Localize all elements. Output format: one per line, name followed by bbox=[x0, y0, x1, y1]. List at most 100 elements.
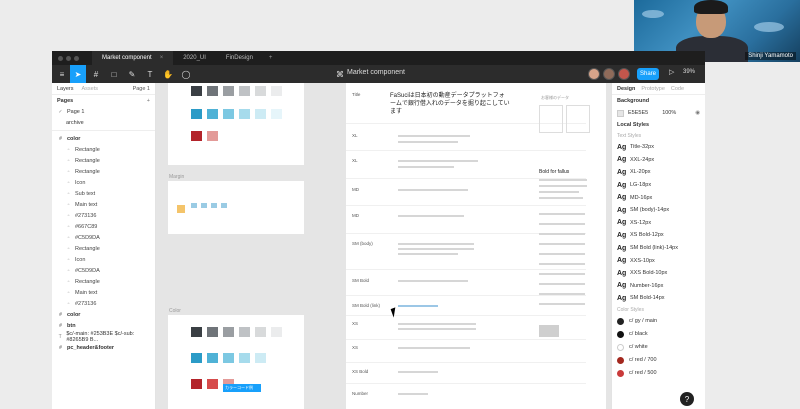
tab-market-component[interactable]: Market component × bbox=[92, 51, 174, 65]
color-swatch bbox=[223, 86, 234, 96]
text-style-label: XXS Bold-10px bbox=[630, 270, 668, 277]
color-swatch bbox=[223, 327, 234, 337]
eye-icon[interactable]: ◉ bbox=[695, 110, 700, 116]
add-page-button[interactable]: + bbox=[147, 98, 150, 104]
page-item[interactable]: ✓ Page 1 bbox=[52, 106, 155, 117]
layer-item[interactable]: ▫ Rectangle bbox=[52, 144, 155, 155]
text-style-label: MD-16px bbox=[630, 194, 653, 201]
text-style-item[interactable]: Ag MD-16px bbox=[612, 191, 705, 204]
color-swatch bbox=[255, 86, 266, 96]
layer-frame[interactable]: # color bbox=[52, 309, 155, 320]
present-icon[interactable]: ▷ bbox=[669, 68, 674, 76]
text-style-item[interactable]: Ag Title-32px bbox=[612, 141, 705, 154]
background-hex[interactable]: E5E5E5 bbox=[628, 110, 648, 116]
sample-text bbox=[539, 243, 585, 245]
tab-findesign[interactable]: FinDesign bbox=[216, 51, 263, 65]
layer-item[interactable]: ▫ Main text bbox=[52, 199, 155, 210]
image-placeholder bbox=[539, 325, 559, 337]
tab-layers[interactable]: Layers bbox=[57, 86, 74, 92]
layer-item[interactable]: ▫ Sub text bbox=[52, 188, 155, 199]
layer-frame[interactable]: # color bbox=[52, 133, 155, 144]
page-label: archive bbox=[66, 119, 84, 126]
add-tab-button[interactable]: + bbox=[263, 55, 279, 61]
color-style-item[interactable]: c/ black bbox=[612, 328, 705, 341]
menu-icon[interactable]: ≡ bbox=[54, 65, 70, 83]
close-icon[interactable]: × bbox=[160, 55, 164, 61]
sample-text bbox=[539, 293, 585, 295]
page-item[interactable]: archive bbox=[52, 117, 155, 128]
row-divider bbox=[346, 315, 586, 316]
avatar[interactable] bbox=[603, 68, 615, 80]
layer-type-icon: ▫ bbox=[67, 190, 70, 197]
window-controls[interactable] bbox=[52, 55, 92, 61]
move-tool-icon[interactable]: ➤ bbox=[70, 65, 86, 83]
text-style-item[interactable]: Ag Number-16px bbox=[612, 280, 705, 293]
color-style-item[interactable]: c/ red / 500 bbox=[612, 367, 705, 380]
text-style-item[interactable]: Ag XL-20px bbox=[612, 166, 705, 179]
layer-item[interactable]: ▫ #273136 bbox=[52, 298, 155, 309]
sample-text bbox=[398, 323, 476, 325]
comment-tool-icon[interactable]: ◯ bbox=[178, 65, 194, 83]
tab-code[interactable]: Code bbox=[671, 86, 684, 92]
tab-prototype[interactable]: Prototype bbox=[641, 86, 665, 92]
text-tool-icon[interactable]: T bbox=[142, 65, 158, 83]
page-selector[interactable]: Page 1 bbox=[133, 86, 150, 92]
layer-item[interactable]: ▫ Icon bbox=[52, 177, 155, 188]
color-swatch bbox=[271, 86, 282, 96]
layer-item[interactable]: ▫ Main text bbox=[52, 287, 155, 298]
color-style-item[interactable]: c/ gy / main bbox=[612, 315, 705, 328]
sample-text bbox=[539, 223, 585, 225]
text-style-item[interactable]: Ag XXS-10px bbox=[612, 254, 705, 267]
help-button[interactable]: ? bbox=[680, 392, 694, 406]
share-button[interactable]: Share bbox=[637, 68, 659, 80]
text-style-item[interactable]: Ag XXL-24px bbox=[612, 154, 705, 167]
color-frame[interactable] bbox=[168, 83, 304, 165]
color-frame[interactable] bbox=[168, 315, 304, 409]
pen-tool-icon[interactable]: ✎ bbox=[124, 65, 140, 83]
layer-item[interactable]: ▫ Icon bbox=[52, 254, 155, 265]
tab-design[interactable]: Design bbox=[617, 86, 635, 92]
text-style-item[interactable]: Ag SM Bold-14px bbox=[612, 292, 705, 305]
tooltip: カラーコード例 bbox=[223, 384, 261, 392]
text-style-item[interactable]: Ag XXS Bold-10px bbox=[612, 267, 705, 280]
hand-tool-icon[interactable]: ✋ bbox=[160, 65, 176, 83]
layer-item[interactable]: ▫ Rectangle bbox=[52, 276, 155, 287]
color-style-item[interactable]: c/ red / 700 bbox=[612, 354, 705, 367]
background-swatch[interactable] bbox=[617, 109, 624, 117]
frame-icon: # bbox=[59, 311, 62, 318]
color-style-item[interactable]: c/ white bbox=[612, 341, 705, 354]
zoom-level[interactable]: 39% bbox=[683, 69, 695, 75]
toolbar: ≡ ➤ # □ ✎ T ✋ ◯ ⌘ Market component Share… bbox=[52, 65, 705, 83]
layer-text[interactable]: T $c/-main: #253B3E $c/-sub: #8265B9 B... bbox=[52, 331, 155, 343]
margin-frame[interactable] bbox=[168, 181, 304, 234]
layer-item[interactable]: ▫ Rectangle bbox=[52, 243, 155, 254]
canvas[interactable]: Margin Color カラーコード例 FaSuciは日本初の動産データプラッ… bbox=[156, 83, 611, 409]
avatar[interactable] bbox=[618, 68, 630, 80]
layer-frame[interactable]: # pc_header&footer bbox=[52, 342, 155, 353]
tab-2020-ui[interactable]: 2020_UI bbox=[173, 51, 216, 65]
layer-item[interactable]: ▫ Rectangle bbox=[52, 166, 155, 177]
text-style-item[interactable]: Ag XS-12px bbox=[612, 217, 705, 230]
background-opacity[interactable]: 100% bbox=[662, 110, 676, 116]
layer-item[interactable]: ▫ #C5D9DA bbox=[52, 265, 155, 276]
background-fill[interactable]: E5E5E5 100% ◉ bbox=[612, 107, 705, 119]
frame-tool-icon[interactable]: # bbox=[88, 65, 104, 83]
text-style-item[interactable]: Ag SM (body)-14px bbox=[612, 204, 705, 217]
layer-frame[interactable]: # btn bbox=[52, 320, 155, 331]
margin-sample bbox=[201, 203, 207, 208]
tab-assets[interactable]: Assets bbox=[82, 86, 99, 92]
typography-frame[interactable]: FaSuciは日本初の動産データプラットフォームで銀行借入れのデータを掘り起こし… bbox=[346, 83, 606, 409]
design-panel: Design Prototype Code Background E5E5E5 … bbox=[611, 83, 705, 409]
text-style-item[interactable]: Ag LG-18px bbox=[612, 179, 705, 192]
layer-item[interactable]: ▫ #273136 bbox=[52, 210, 155, 221]
document-title[interactable]: Market component bbox=[347, 69, 405, 76]
text-style-item[interactable]: Ag XS Bold-12px bbox=[612, 229, 705, 242]
layer-item[interactable]: ▫ #C5D9DA bbox=[52, 232, 155, 243]
layer-item[interactable]: ▫ #667C89 bbox=[52, 221, 155, 232]
component-icon[interactable]: ⌘ bbox=[332, 65, 348, 83]
text-style-item[interactable]: Ag SM Bold (link)-14px bbox=[612, 242, 705, 255]
shape-tool-icon[interactable]: □ bbox=[106, 65, 122, 83]
avatar[interactable] bbox=[588, 68, 600, 80]
text-style-icon: Ag bbox=[617, 244, 627, 252]
layer-item[interactable]: ▫ Rectangle bbox=[52, 155, 155, 166]
